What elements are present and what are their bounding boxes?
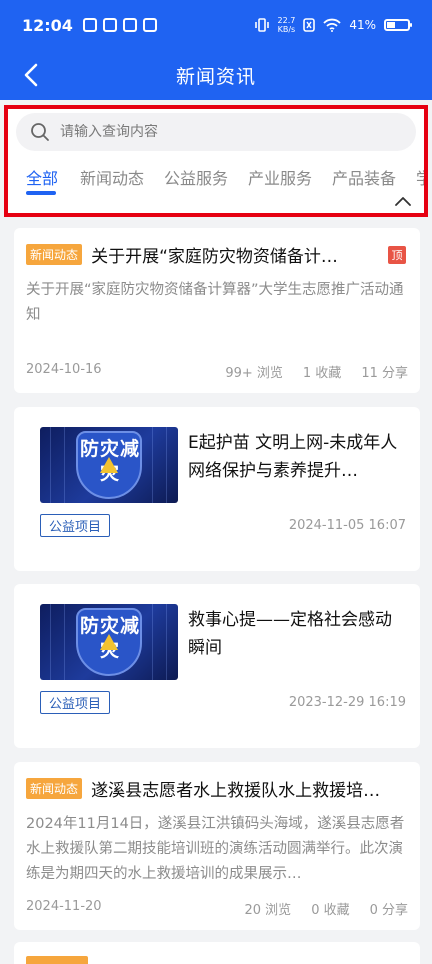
search-icon [30, 121, 52, 143]
card-header: 新闻动态 关于开展“家庭防灾物资储备计… [26, 242, 376, 267]
rain-decoration [166, 427, 167, 503]
news-card-partial[interactable] [14, 942, 420, 964]
status-time: 12:04 [22, 15, 73, 35]
card-stats: 20 浏览 0 收藏 0 分享 [245, 899, 409, 918]
rain-decoration [50, 427, 51, 503]
pinned-badge: 顶 [388, 246, 406, 264]
vibrate-icon [254, 18, 269, 32]
category-badge: 新闻动态 [26, 778, 83, 799]
page-title: 新闻资讯 [175, 65, 256, 88]
search-bar[interactable] [16, 113, 416, 151]
news-card[interactable]: 新闻动态 关于开展“家庭防灾物资储备计… 顶 关于开展“家庭防灾物资储备计算器”… [14, 228, 420, 393]
tab-public-service[interactable]: 公益服务 [164, 165, 228, 189]
network-speed-value: 22.7 [277, 16, 296, 25]
project-tag: 公益项目 [40, 514, 111, 537]
favorite-count[interactable]: 0 收藏 [311, 899, 349, 918]
tab-more[interactable]: 学 [416, 165, 424, 189]
card-title: E起护苗 文明上网-未成年人网络保护与素养提升… [188, 433, 398, 481]
battery-icon [384, 19, 412, 31]
network-speed-unit: KB/s [277, 25, 296, 34]
card-meta: 2024-10-16 99+ 浏览 1 收藏 11 分享 [26, 362, 408, 381]
card-thumbnail: 防灾减灾 [40, 427, 178, 503]
app-header: 新闻资讯 [0, 50, 432, 100]
view-count: 20 浏览 [244, 903, 292, 918]
wifi-icon [323, 18, 341, 32]
card-title: 关于开展“家庭防灾物资储备计… [91, 247, 338, 267]
warning-icon [100, 457, 118, 473]
battery-percent: 41% [349, 18, 376, 32]
collapse-button[interactable] [392, 193, 414, 209]
card-thumbnail: 防灾减灾 [40, 604, 178, 680]
card-datetime: 2024-11-05 16:07 [288, 518, 406, 533]
favorite-count[interactable]: 1 收藏 [303, 362, 341, 381]
share-count[interactable]: 11 分享 [361, 362, 408, 381]
rain-decoration [50, 604, 51, 680]
tab-all[interactable]: 全部 [26, 165, 58, 189]
app-notification-icon [82, 18, 97, 32]
news-card[interactable]: 新闻动态 遂溪县志愿者水上救援队水上救援培… 2024年11月14日，遂溪县江洪… [14, 762, 420, 930]
sim-icon [303, 18, 316, 32]
project-tag: 公益项目 [40, 691, 111, 714]
rain-decoration [152, 427, 153, 503]
link-notification-icon [122, 18, 137, 32]
notification-icons [82, 18, 157, 32]
card-date: 2024-11-20 [26, 899, 102, 914]
card-title: 遂溪县志愿者水上救援队水上救援培… [91, 781, 381, 801]
status-bar: 12:04 22.7 KB/s 41% [0, 0, 432, 50]
status-left: 12:04 [22, 16, 157, 35]
tab-news[interactable]: 新闻动态 [80, 165, 144, 189]
status-right: 22.7 KB/s 41% [254, 16, 412, 34]
view-count: 99+ 浏览 [225, 366, 283, 381]
card-summary: 关于开展“家庭防灾物资储备计算器”大学生志愿推广活动通知 [26, 282, 404, 323]
category-badge: 新闻动态 [26, 244, 83, 265]
card-title: 救事心提——定格社会感动瞬间 [188, 610, 392, 658]
top-bar: 12:04 22.7 KB/s 41% 新闻资讯 [0, 0, 432, 100]
active-tab-indicator [26, 191, 56, 195]
tiktok-notification-icon [142, 18, 157, 32]
card-summary: 2024年11月14日，遂溪县江洪镇码头海域，遂溪县志愿者水上救援队第二期技能培… [26, 816, 405, 882]
card-stats: 99+ 浏览 1 收藏 11 分享 [225, 362, 408, 381]
mail-notification-icon [102, 18, 117, 32]
tab-product-equipment[interactable]: 产品装备 [332, 165, 396, 189]
category-badge [26, 956, 88, 964]
card-header: 新闻动态 遂溪县志愿者水上救援队水上救援培… [26, 776, 408, 801]
project-card[interactable]: 防灾减灾 E起护苗 文明上网-未成年人网络保护与素养提升… 公益项目 2024-… [14, 407, 420, 571]
rain-decoration [166, 604, 167, 680]
network-speed: 22.7 KB/s [278, 16, 296, 34]
battery-level [387, 22, 395, 28]
card-date: 2024-10-16 [26, 362, 102, 377]
back-arrow-icon [24, 63, 38, 87]
project-card[interactable]: 防灾减灾 救事心提——定格社会感动瞬间 公益项目 2023-12-29 16:1… [14, 584, 420, 748]
card-meta: 2024-11-20 20 浏览 0 收藏 0 分享 [26, 899, 408, 918]
category-tabs: 全部 新闻动态 公益服务 产业服务 产品装备 学 [8, 161, 424, 195]
rain-decoration [152, 604, 153, 680]
share-count[interactable]: 0 分享 [370, 899, 408, 918]
search-input[interactable] [60, 124, 380, 140]
card-datetime: 2023-12-29 16:19 [288, 695, 406, 710]
filter-panel: 全部 新闻动态 公益服务 产业服务 产品装备 学 [4, 105, 428, 217]
chevron-up-icon [395, 197, 411, 206]
rain-decoration [64, 427, 65, 503]
tab-industry-service[interactable]: 产业服务 [248, 165, 312, 189]
warning-icon [100, 634, 118, 650]
rain-decoration [64, 604, 65, 680]
back-button[interactable] [16, 60, 46, 90]
